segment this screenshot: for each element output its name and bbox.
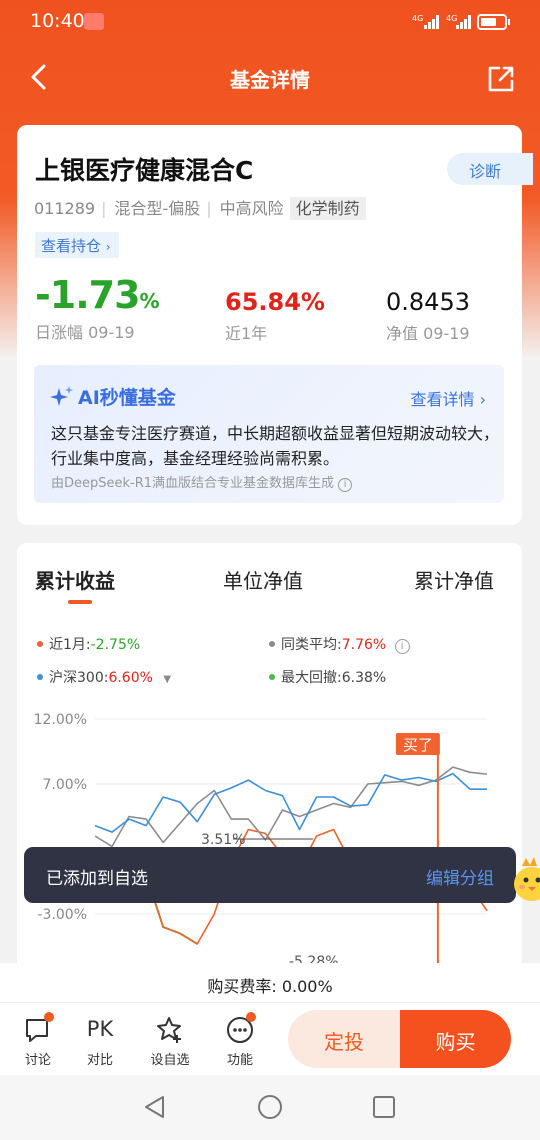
nav-home-icon[interactable]	[258, 1095, 282, 1119]
ai-source-note: 由DeepSeek-R1满血版结合专业基金数据库生成 i	[51, 472, 353, 492]
ai-title-text: AI秒懂基金	[78, 387, 176, 409]
ai-details-link[interactable]: 查看详情 ›	[410, 386, 486, 410]
system-nav-bar	[0, 1075, 540, 1140]
info-icon[interactable]: i	[394, 639, 410, 654]
purchase-fee: 购买费率: 0.00%	[0, 963, 540, 1003]
y-tick-label: 12.00%	[34, 712, 87, 728]
buy-button[interactable]: 购买	[400, 1010, 511, 1068]
auto-invest-button[interactable]: 定投	[288, 1010, 400, 1068]
y-tick-label: -3.00%	[37, 907, 87, 923]
year-return-value: 65.84%	[225, 288, 325, 316]
tab-cumulative-nav[interactable]: 累计净值	[414, 565, 494, 594]
toast-message: 已添加到自选	[46, 869, 148, 889]
sparkle-icon	[50, 386, 73, 406]
nav-recents-icon[interactable]	[373, 1096, 395, 1118]
share-icon[interactable]	[486, 64, 516, 94]
chevron-right-icon: ›	[105, 240, 111, 254]
fund-summary-card: 上银医疗健康混合C 诊断 011289 | 混合型-偏股 | 中高风险 化学制药 查看持仓…	[17, 125, 533, 525]
legend-fund-label: 近1月:	[49, 637, 91, 653]
nav-value: 0.8453	[386, 288, 470, 316]
info-icon[interactable]: i	[338, 478, 353, 492]
discuss-badge	[44, 1012, 54, 1022]
fund-tags: 011289 | 混合型-偏股 | 中高风险 化学制药	[34, 195, 372, 220]
nav-bar: 基金详情	[0, 50, 540, 106]
network-label: 4G	[412, 14, 424, 23]
dropdown-triangle-icon[interactable]: ▼	[163, 674, 171, 685]
legend-csi300-label: 沪深300:	[49, 670, 109, 686]
legend-dot-peer	[269, 641, 275, 647]
star-plus-icon	[157, 1017, 181, 1043]
peak-label: 3.51%	[201, 832, 245, 848]
y-tick-label: 7.00%	[43, 777, 87, 793]
tab-unit-nav[interactable]: 单位净值	[223, 565, 303, 594]
nav-label: 净值 09-19	[386, 324, 470, 343]
edit-group-button[interactable]: 编辑分组	[426, 864, 494, 889]
nav-back-icon[interactable]	[145, 1096, 164, 1118]
view-holdings-label: 查看持仓	[41, 237, 102, 255]
legend-csi300[interactable]: 沪深300:6.60% ▼	[37, 667, 171, 687]
functions-label: 功能	[226, 1053, 253, 1068]
nav-stat: 0.8453 净值 09-19	[386, 288, 470, 344]
signal-icon-2	[456, 15, 472, 29]
compare-label: 对比	[86, 1053, 113, 1068]
legend-fund-value: -2.75%	[90, 637, 141, 653]
ai-summary-text: 这只基金专注医疗赛道，中长期超额收益显著但短期波动较大，行业集中度高，基金经理经…	[51, 424, 500, 468]
add-watchlist-button[interactable]: 设自选	[140, 1015, 200, 1068]
view-holdings-link[interactable]: 查看持仓 ›	[35, 232, 119, 258]
functions-badge	[246, 1012, 256, 1022]
legend-fund: 近1月:-2.75%	[37, 634, 140, 654]
status-time: 10:40	[30, 10, 85, 32]
ai-details-label: 查看详情	[410, 390, 475, 409]
page-title: 基金详情	[230, 68, 310, 92]
signal-icon	[424, 15, 440, 29]
fund-code: 011289	[34, 199, 96, 218]
legend-dot-fund	[37, 641, 43, 647]
year-return-label: 近1年	[225, 324, 268, 343]
fund-name: 上银医疗健康混合C	[35, 156, 254, 185]
daily-change-stat: -1.73% 日涨幅 09-19	[35, 273, 160, 343]
notification-icon	[84, 13, 104, 30]
discuss-button[interactable]: 讨论	[8, 1012, 68, 1068]
ai-summary-box[interactable]: AI秒懂基金 查看详情 › 这只基金专注医疗赛道，中长期超额收益显著但短期波动较…	[34, 365, 504, 503]
tab-active-indicator	[68, 600, 92, 604]
buy-marker-label: 买了	[403, 736, 433, 754]
legend-dot-csi300	[37, 674, 43, 680]
daily-change-label: 日涨幅 09-19	[35, 323, 135, 342]
year-return-stat: 65.84% 近1年	[225, 288, 325, 344]
status-bar: 10:40 4G 4G	[0, 0, 540, 44]
daily-change-value: -1.73%	[35, 273, 160, 317]
legend-drawdown: 最大回撤:6.38%	[269, 667, 386, 687]
add-watchlist-label: 设自选	[150, 1053, 190, 1068]
ai-title: AI秒懂基金	[50, 383, 176, 410]
legend-peer: 同类平均:7.76% i	[269, 634, 410, 654]
fund-type: 混合型-偏股	[114, 199, 201, 218]
legend-peer-label: 同类平均:	[281, 637, 342, 653]
battery-icon	[477, 14, 510, 30]
chart-card: 累计收益 单位净值 累计净值 近1月:-2.75% 同类平均:7.76% i 沪…	[17, 543, 522, 973]
fund-risk: 中高风险	[219, 199, 284, 218]
mascot-icon[interactable]	[512, 856, 540, 904]
pk-icon: PK	[86, 1017, 114, 1041]
tab-cumulative-return[interactable]: 累计收益	[35, 565, 115, 594]
compare-button[interactable]: PK 对比	[70, 1015, 130, 1068]
return-chart[interactable]: 12.00%7.00%-3.00% 买了3.51%-5.28%	[17, 711, 522, 973]
chevron-right-icon: ›	[479, 390, 486, 409]
discuss-label: 讨论	[24, 1053, 51, 1068]
functions-button[interactable]: 功能	[210, 1012, 270, 1068]
ai-source-text: 由DeepSeek-R1满血版结合专业基金数据库生成	[51, 476, 335, 491]
legend-drawdown-label: 最大回撤:	[281, 670, 342, 686]
legend-peer-value: 7.76%	[341, 637, 387, 653]
fund-sector-tag[interactable]: 化学制药	[289, 197, 366, 220]
bottom-action-bar: 讨论 PK 对比 设自选 功能 定投 购买	[0, 1003, 540, 1075]
toast: 已添加到自选 编辑分组	[24, 847, 516, 903]
legend-dot-drawdown	[269, 674, 275, 680]
diagnose-button[interactable]: 诊断	[447, 153, 533, 185]
legend-csi300-value: 6.60%	[108, 670, 153, 686]
legend-drawdown-value: 6.38%	[341, 670, 387, 686]
